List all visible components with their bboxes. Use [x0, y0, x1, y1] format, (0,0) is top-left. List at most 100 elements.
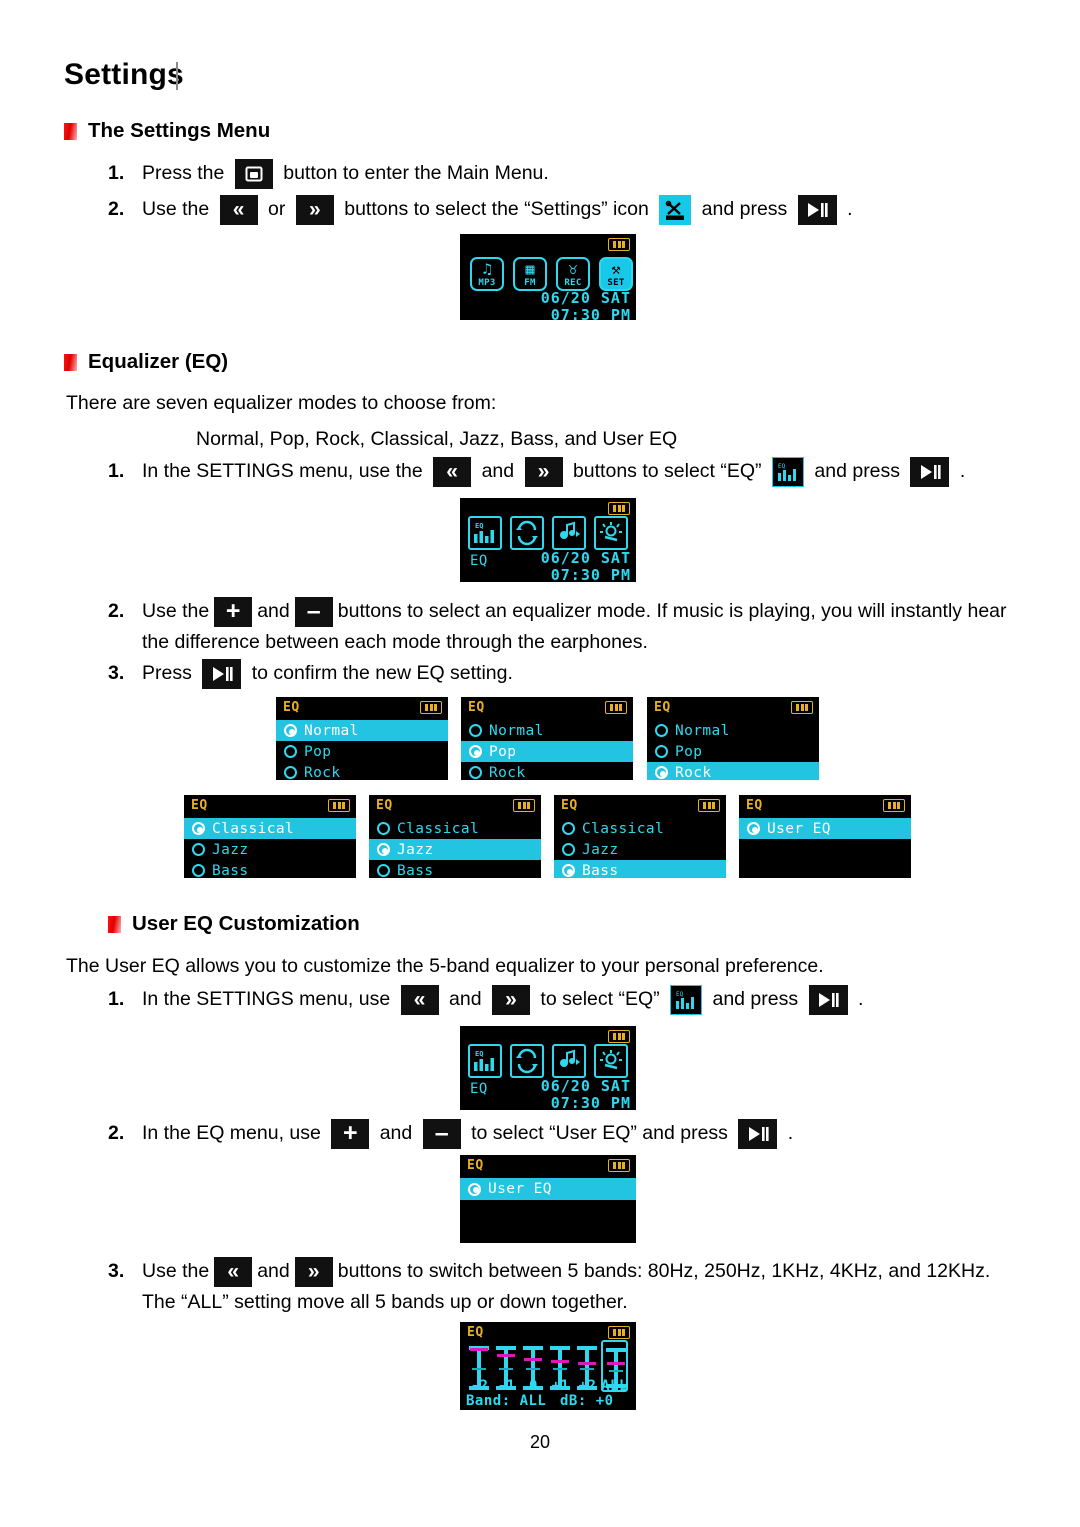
menu-row-classical[interactable]: Classical	[369, 818, 541, 839]
band-knob[interactable]	[578, 1362, 596, 1365]
prev-button-icon[interactable]: «	[433, 456, 472, 487]
settings-icon-repeat[interactable]	[510, 516, 544, 550]
settings-icon-sound-effect[interactable]	[552, 1044, 586, 1078]
menu-icon-set[interactable]: ⚒ SET	[599, 257, 633, 291]
bullet-square-icon	[108, 915, 121, 933]
eq-band-labels: -2 -1 0 +1 +2 ALL	[466, 1378, 628, 1394]
next-button-icon[interactable]: »	[524, 456, 563, 487]
prev-button-icon[interactable]: «	[219, 194, 258, 225]
menu-row-normal[interactable]: Normal	[461, 720, 633, 741]
menu-icon-rec[interactable]: ♉ REC	[556, 257, 590, 291]
step-text: In the SETTINGS menu, use	[142, 988, 391, 1010]
play-pause-icon[interactable]	[202, 658, 242, 689]
menu-row-user-eq[interactable]: User EQ	[739, 818, 911, 839]
list-item: 2. In the EQ menu, use + and – to select…	[108, 1118, 1058, 1149]
menu-row-normal[interactable]: Normal	[647, 720, 819, 741]
settings-icon-eq[interactable]: EQ	[468, 516, 502, 550]
settings-icon-repeat[interactable]	[510, 1044, 544, 1078]
eq-band-label: 0	[529, 1378, 538, 1394]
play-pause-icon[interactable]	[738, 1118, 778, 1149]
menu-row-label: Pop	[304, 743, 332, 760]
settings-icon-sound-effect[interactable]	[552, 516, 586, 550]
svg-text:EQ: EQ	[475, 1050, 483, 1058]
menu-row-pop[interactable]: Pop	[647, 741, 819, 762]
menu-row-pop[interactable]: Pop	[276, 741, 448, 762]
radio-selected-icon	[377, 843, 390, 856]
settings-tools-icon	[659, 194, 692, 225]
screen-time: 07:30 PM	[550, 1094, 631, 1111]
radio-unselected-icon	[284, 766, 297, 779]
screen-title: EQ	[376, 798, 393, 813]
manual-page: Settings The Settings Menu 1. Press the …	[0, 0, 1080, 1527]
menu-row-user-eq[interactable]: User EQ	[460, 1178, 636, 1200]
step-text-3: to select “EQ”	[540, 988, 660, 1010]
menu-row-label: Pop	[675, 743, 703, 760]
section-heading-settings-menu: The Settings Menu	[64, 119, 270, 143]
device-screen-eq-pop: EQ Normal Pop Rock	[461, 697, 633, 780]
menu-row-rock[interactable]: Rock	[276, 762, 448, 780]
band-knob[interactable]	[524, 1358, 542, 1361]
menu-row-label: Bass	[397, 862, 434, 879]
menu-row-pop[interactable]: Pop	[461, 741, 633, 762]
next-button-icon[interactable]: »	[294, 1256, 333, 1287]
play-pause-icon[interactable]	[808, 984, 848, 1015]
menu-row-classical[interactable]: Classical	[554, 818, 726, 839]
device-screen-settings-eq-2: EQ ▸ ▸ EQ 06/20 SAT 07:30 PM	[460, 1026, 636, 1110]
settings-icon-eq[interactable]: EQ	[468, 1044, 502, 1078]
svg-text:EQ: EQ	[778, 463, 786, 470]
radio-unselected-icon	[377, 864, 390, 877]
next-button-icon[interactable]: »	[295, 194, 334, 225]
battery-icon	[605, 701, 627, 714]
prev-button-icon[interactable]: «	[214, 1256, 253, 1287]
menu-button-icon[interactable]	[234, 158, 273, 189]
step-text-3: buttons to select the “Settings” icon	[344, 198, 649, 220]
list-item: 2. Use the + and – buttons to select an …	[108, 596, 1058, 658]
menu-icon-mp3[interactable]: ♫ MP3	[470, 257, 504, 291]
play-pause-icon[interactable]	[797, 194, 837, 225]
menu-row-jazz[interactable]: Jazz	[184, 839, 356, 860]
battery-icon	[608, 1159, 630, 1172]
step-text: Use the	[142, 198, 210, 220]
prev-button-icon[interactable]: «	[400, 984, 439, 1015]
menu-row-label: Normal	[304, 722, 359, 739]
step-text-5: .	[959, 460, 966, 482]
menu-row-rock[interactable]: Rock	[647, 762, 819, 780]
band-knob[interactable]	[470, 1348, 488, 1351]
band-knob[interactable]	[607, 1362, 625, 1365]
settings-tools-icon: ⚒	[611, 260, 621, 278]
menu-row-label: Bass	[212, 862, 249, 879]
icon-caption: SET	[607, 278, 625, 288]
menu-row-normal[interactable]: Normal	[276, 720, 448, 741]
settings-icon-brightness[interactable]	[594, 1044, 628, 1078]
band-cap-top	[523, 1346, 543, 1350]
step-text-2: and	[257, 1260, 290, 1282]
minus-button-icon[interactable]: –	[422, 1118, 461, 1149]
battery-icon	[513, 799, 535, 812]
next-button-icon[interactable]: »	[492, 984, 530, 1015]
menu-row-bass[interactable]: Bass	[554, 860, 726, 878]
menu-icon-fm[interactable]: ▦ FM	[513, 257, 547, 291]
menu-row-classical[interactable]: Classical	[184, 818, 356, 839]
list-body: Press the button to enter the Main Menu.	[142, 158, 549, 189]
equalizer-intro: There are seven equalizer modes to choos…	[66, 392, 497, 414]
band-knob[interactable]	[551, 1360, 569, 1363]
radio-selected-icon	[469, 745, 482, 758]
battery-icon	[608, 1030, 630, 1043]
radio-selected-icon	[284, 724, 297, 737]
plus-button-icon[interactable]: +	[331, 1118, 370, 1149]
list-item: 3. Press to confirm the new EQ setting.	[108, 658, 1058, 689]
menu-row-bass[interactable]: Bass	[184, 860, 356, 878]
menu-row-bass[interactable]: Bass	[369, 860, 541, 878]
menu-row-jazz[interactable]: Jazz	[369, 839, 541, 860]
plus-button-icon[interactable]: +	[214, 596, 253, 627]
eq-band-label: -1	[497, 1378, 516, 1394]
minus-button-icon[interactable]: –	[294, 596, 333, 627]
menu-row-jazz[interactable]: Jazz	[554, 839, 726, 860]
play-pause-icon[interactable]	[910, 456, 950, 487]
step-text: In the EQ menu, use	[142, 1122, 321, 1144]
menu-row-rock[interactable]: Rock	[461, 762, 633, 780]
settings-icon-brightness[interactable]	[594, 516, 628, 550]
menu-row-label: Bass	[582, 862, 619, 879]
band-knob[interactable]	[497, 1354, 515, 1357]
radio-icon: ▦	[525, 260, 535, 278]
